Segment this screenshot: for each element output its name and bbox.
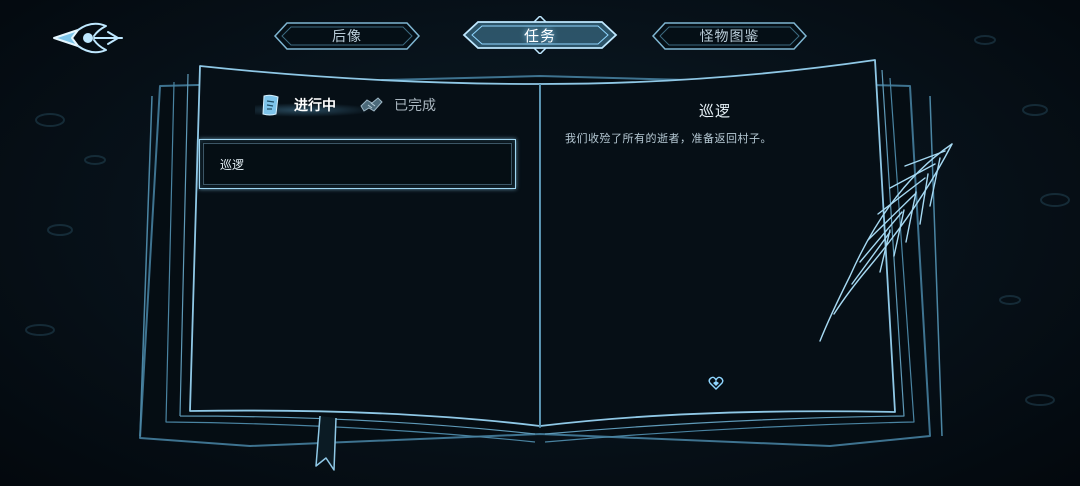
tab-label: 怪物图鉴 (699, 29, 760, 45)
tab-afterimage[interactable]: 后像 (273, 21, 421, 51)
quest-detail-description: 我们收殓了所有的逝者，准备返回村子。 (565, 132, 772, 145)
quest-list-item[interactable]: 巡逻 (199, 139, 516, 189)
quest-item-title: 巡逻 (220, 158, 245, 172)
filter-label: 已完成 (394, 98, 436, 114)
filter-in-progress[interactable]: 进行中 (258, 90, 368, 120)
filter-completed[interactable]: 已完成 (358, 90, 468, 120)
tab-label: 后像 (332, 29, 362, 45)
heart-icon (708, 376, 724, 390)
scroll-icon (262, 94, 279, 116)
back-arrow-icon[interactable] (48, 16, 128, 56)
handshake-icon (360, 97, 383, 112)
quest-detail-title: 巡逻 (698, 102, 731, 120)
tab-label: 任务 (523, 26, 556, 45)
tab-quests[interactable]: 任务 (462, 16, 618, 54)
filter-label: 进行中 (294, 98, 336, 114)
tab-bestiary[interactable]: 怪物图鉴 (651, 21, 808, 51)
